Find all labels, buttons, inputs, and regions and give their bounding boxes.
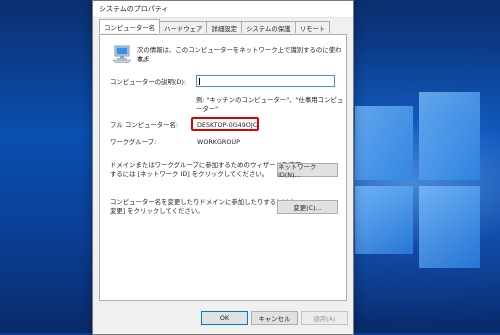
computer-name-panel: 次の情報は、このコンピューターをネットワーク上で識別するのに使われま す。 コン… <box>99 34 347 301</box>
intro-text-line2: す。 <box>137 55 150 63</box>
window-title: システムのプロパティ <box>99 5 169 13</box>
title-bar[interactable]: システムのプロパティ <box>93 1 353 18</box>
description-example: 例: "キッチンのコンピューター"、"仕事用コンピューター" <box>196 96 344 113</box>
system-properties-dialog: システムのプロパティ コンピューター名 ハードウェア 詳細設定 システムの保護 … <box>92 0 354 335</box>
description-label: コンピューターの説明(D): <box>110 78 186 86</box>
description-input[interactable] <box>196 75 335 87</box>
network-id-text-line1: ドメインまたはワークグループに参加するためのウィザードを使用 <box>110 161 302 169</box>
tab-strip: コンピューター名 ハードウェア 詳細設定 システムの保護 リモート <box>99 19 331 35</box>
computer-icon <box>112 45 132 63</box>
tab-computer-name[interactable]: コンピューター名 <box>99 19 161 33</box>
cancel-button[interactable]: キャンセル <box>251 311 298 325</box>
text-caret <box>199 78 200 85</box>
ok-button[interactable]: OK <box>201 311 248 325</box>
workgroup-value: WORKGROUP <box>197 138 240 146</box>
workgroup-label: ワークグループ: <box>110 138 157 146</box>
network-id-text-line2: するには [ネットワーク ID] をクリックしてください。 <box>110 170 269 178</box>
change-button[interactable]: 変更(C)... <box>277 200 338 214</box>
full-name-value: DESKTOP-0G49OJC <box>197 121 258 129</box>
tab-remote[interactable]: リモート <box>294 21 331 33</box>
change-text-line1: コンピューター名を変更したりドメインに参加したりするには [ <box>110 198 294 206</box>
tab-advanced[interactable]: 詳細設定 <box>206 21 243 33</box>
tab-hardware[interactable]: ハードウェア <box>159 21 208 33</box>
apply-button[interactable]: 適用(A) <box>301 311 348 325</box>
intro-text-line1: 次の情報は、このコンピューターをネットワーク上で識別するのに使われま <box>137 46 342 63</box>
change-text-line2: 変更] をクリックしてください。 <box>110 207 204 215</box>
network-id-button[interactable]: ネットワーク ID(N)... <box>277 163 338 179</box>
windows-logo <box>355 92 480 268</box>
tab-system-protection[interactable]: システムの保護 <box>241 21 296 33</box>
full-name-label: フル コンピューター名: <box>110 121 179 129</box>
